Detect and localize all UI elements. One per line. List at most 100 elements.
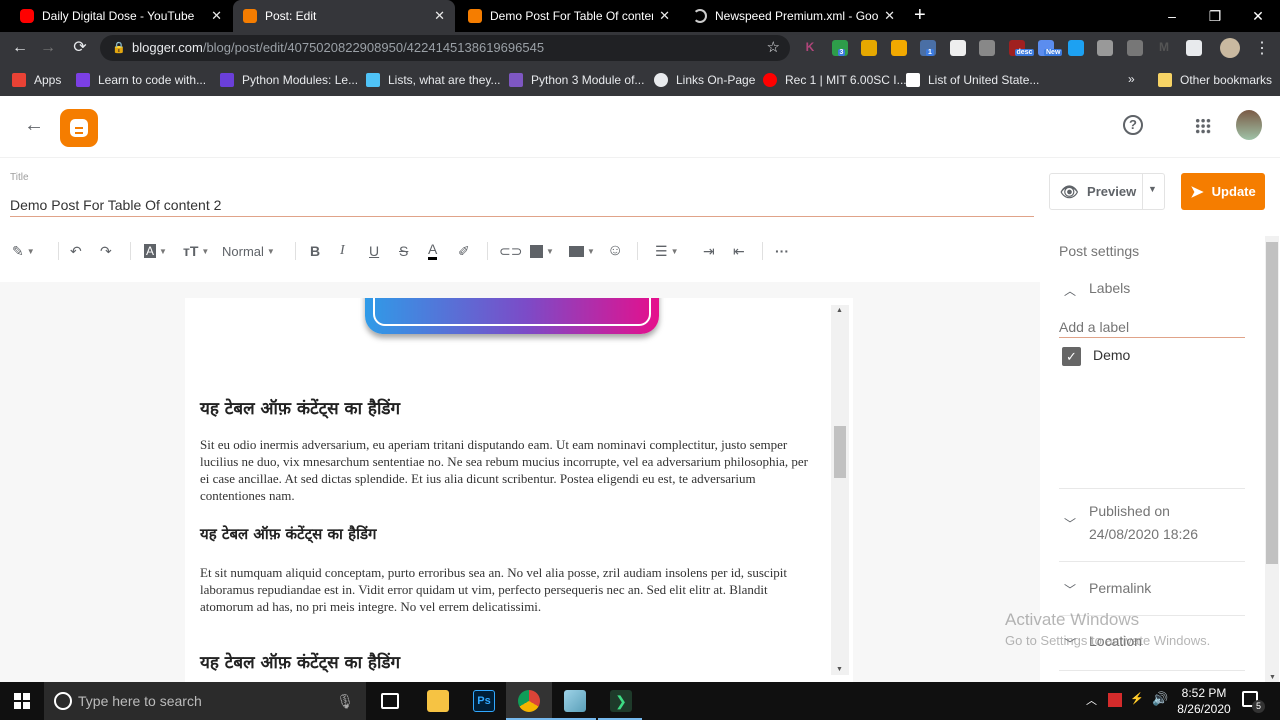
close-tab-icon[interactable]: ✕ [884,8,895,24]
add-label-input[interactable] [1059,316,1245,338]
tab-newspeed[interactable]: Newspeed Premium.xml - Google ✕ [683,0,905,32]
strikethrough-button[interactable]: S [399,240,408,262]
close-tab-icon[interactable]: ✕ [659,8,670,24]
back-button[interactable]: ← [10,38,30,58]
bookmark-item[interactable]: Rec 1 | MIT 6.00SC I... [763,72,907,88]
title-label: Title [10,172,29,183]
file-explorer-icon[interactable] [427,690,449,712]
font-button[interactable]: A ▼ [144,240,167,262]
redo-button[interactable]: ↷ [100,240,112,262]
apps-grid-icon[interactable] [1195,118,1211,134]
scroll-down-icon[interactable]: ▼ [836,666,843,673]
help-icon[interactable]: ? [1123,115,1143,135]
underline-button[interactable]: U [369,240,379,262]
extensions-puzzle-icon[interactable] [1185,40,1202,56]
clock[interactable]: 8:52 PM 8/26/2020 [1176,685,1232,717]
power-tray-icon[interactable]: ⚡ [1130,692,1144,705]
taskbar-search-box[interactable]: Type here to search 🎙 [44,682,366,720]
bookmark-item[interactable]: Lists, what are they... [366,72,501,88]
restore-button[interactable]: ❐ [1193,0,1237,32]
tab-demo-post[interactable]: Demo Post For Table Of content 2 ✕ [458,0,680,32]
action-center-icon[interactable]: 5 [1242,691,1265,713]
text-color-button[interactable]: A [428,240,438,260]
align-button[interactable]: ☰ ▼ [655,240,678,262]
new-tab-button[interactable]: + [914,4,926,27]
insert-image-button[interactable]: ▼ [530,240,554,262]
bookmark-star-icon[interactable]: ☆ [767,35,780,61]
preview-button[interactable]: 👁 Preview [1050,174,1142,209]
toucan-extension-icon[interactable] [890,40,907,56]
editor-scrollbar[interactable]: ▲ ▼ [831,305,849,675]
post-title-input[interactable] [10,193,1034,217]
checkbox-checked-icon[interactable]: ✓ [1062,347,1081,366]
scroll-down-icon[interactable]: ▼ [1269,674,1276,681]
update-button[interactable]: ➤ Update [1181,173,1265,210]
post-body-editor[interactable]: DOWNLOAD ➤ यह टेबल ऑफ़ कंटेंट्स का हैडिं… [185,298,853,682]
outdent-button[interactable]: ⇤ [733,240,745,262]
close-tab-icon[interactable]: ✕ [211,8,222,24]
close-tab-icon[interactable]: ✕ [434,8,445,24]
bookmark-item[interactable]: Python 3 Module of... [509,72,644,88]
bookmark-item[interactable]: List of United State... [906,72,1039,88]
puzzle-grey-extension-icon[interactable] [979,40,995,56]
color-wheel-extension-icon[interactable] [861,40,877,56]
t-extension-icon[interactable] [949,40,966,56]
download-button-image: DOWNLOAD ➤ [365,298,659,334]
seo-extension-icon[interactable] [1097,40,1113,56]
address-bar[interactable]: 🔒 blogger.com/blog/post/edit/40750208229… [100,35,790,61]
other-bookmarks[interactable]: Other bookmarks [1158,72,1272,88]
minimize-button[interactable]: – [1150,0,1194,32]
m-extension-icon[interactable]: M [1156,40,1172,56]
paragraph-format-select[interactable]: Normal ▼ [222,240,275,262]
indent-button[interactable]: ⇥ [703,240,715,262]
back-arrow-icon[interactable]: ← [24,114,44,137]
bookmark-item[interactable]: Python Modules: Le... [220,72,358,88]
more-options-button[interactable]: ··· [775,240,789,262]
undo-button[interactable]: ↶ [70,240,82,262]
task-view-icon[interactable] [381,693,399,709]
python-extension-icon[interactable]: 1 [920,40,936,56]
bold-button[interactable]: B [310,240,320,262]
bird-extension-icon[interactable] [1067,40,1084,56]
acrobat-tray-icon[interactable] [1108,693,1122,707]
forward-button[interactable]: → [38,38,58,58]
insert-video-button[interactable]: ▼ [569,240,595,262]
emoji-button[interactable]: ☺ [607,240,623,262]
chrome-menu-icon[interactable]: ⋮ [1254,38,1270,58]
bookmark-item[interactable]: Apps [12,72,61,88]
reload-button[interactable]: ⟳ [70,38,90,58]
editor-scrollbar-thumb[interactable] [834,426,846,478]
volume-icon[interactable]: 🔊 [1152,691,1168,707]
bookmark-item[interactable]: Learn to code with... [76,72,206,88]
settings-scrollbar-thumb[interactable] [1266,242,1278,564]
italic-button[interactable]: I [340,240,345,262]
extension-badge: New [1044,49,1063,56]
tab-youtube[interactable]: Daily Digital Dose - YouTube ✕ [10,0,232,32]
loading-spinner-icon [693,9,707,23]
profile-avatar[interactable] [1220,38,1240,58]
link-button[interactable]: ⊂⊃ [499,240,522,262]
tab-post-edit[interactable]: Post: Edit ✕ [233,0,455,32]
user-avatar[interactable] [1236,110,1262,140]
bookmark-item[interactable]: Links On-Page [654,72,755,88]
windows-start-icon[interactable] [14,693,30,709]
preview-dropdown-icon[interactable]: ▼ [1148,184,1157,194]
rainbow-extension-icon[interactable]: New [1038,40,1063,56]
blogger-logo-icon[interactable] [60,109,98,147]
close-window-button[interactable]: ✕ [1236,0,1280,32]
desc-extension-icon[interactable]: desc [1008,40,1035,56]
k-extension-icon[interactable]: K [802,40,818,56]
photoshop-icon[interactable]: Ps [473,690,495,712]
loader-extension-icon[interactable]: 3 [831,40,848,56]
pen-mode-button[interactable]: ✎ ▼ [12,240,35,262]
chrome-taskbar-item[interactable] [506,682,552,720]
fb-extension-icon[interactable] [1126,40,1143,56]
scroll-up-icon[interactable]: ▲ [836,307,843,314]
show-hidden-icons-button[interactable]: ︿ [1086,692,1097,708]
more-bookmarks-button[interactable]: » [1128,72,1135,86]
app-launcher-icon[interactable]: ❯ [610,690,632,712]
microphone-icon[interactable]: 🎙 [336,682,354,720]
font-size-button[interactable]: ᴛT ▼ [183,240,209,262]
highlight-button[interactable]: ✐ [458,240,470,262]
notepad-icon[interactable] [564,690,586,712]
